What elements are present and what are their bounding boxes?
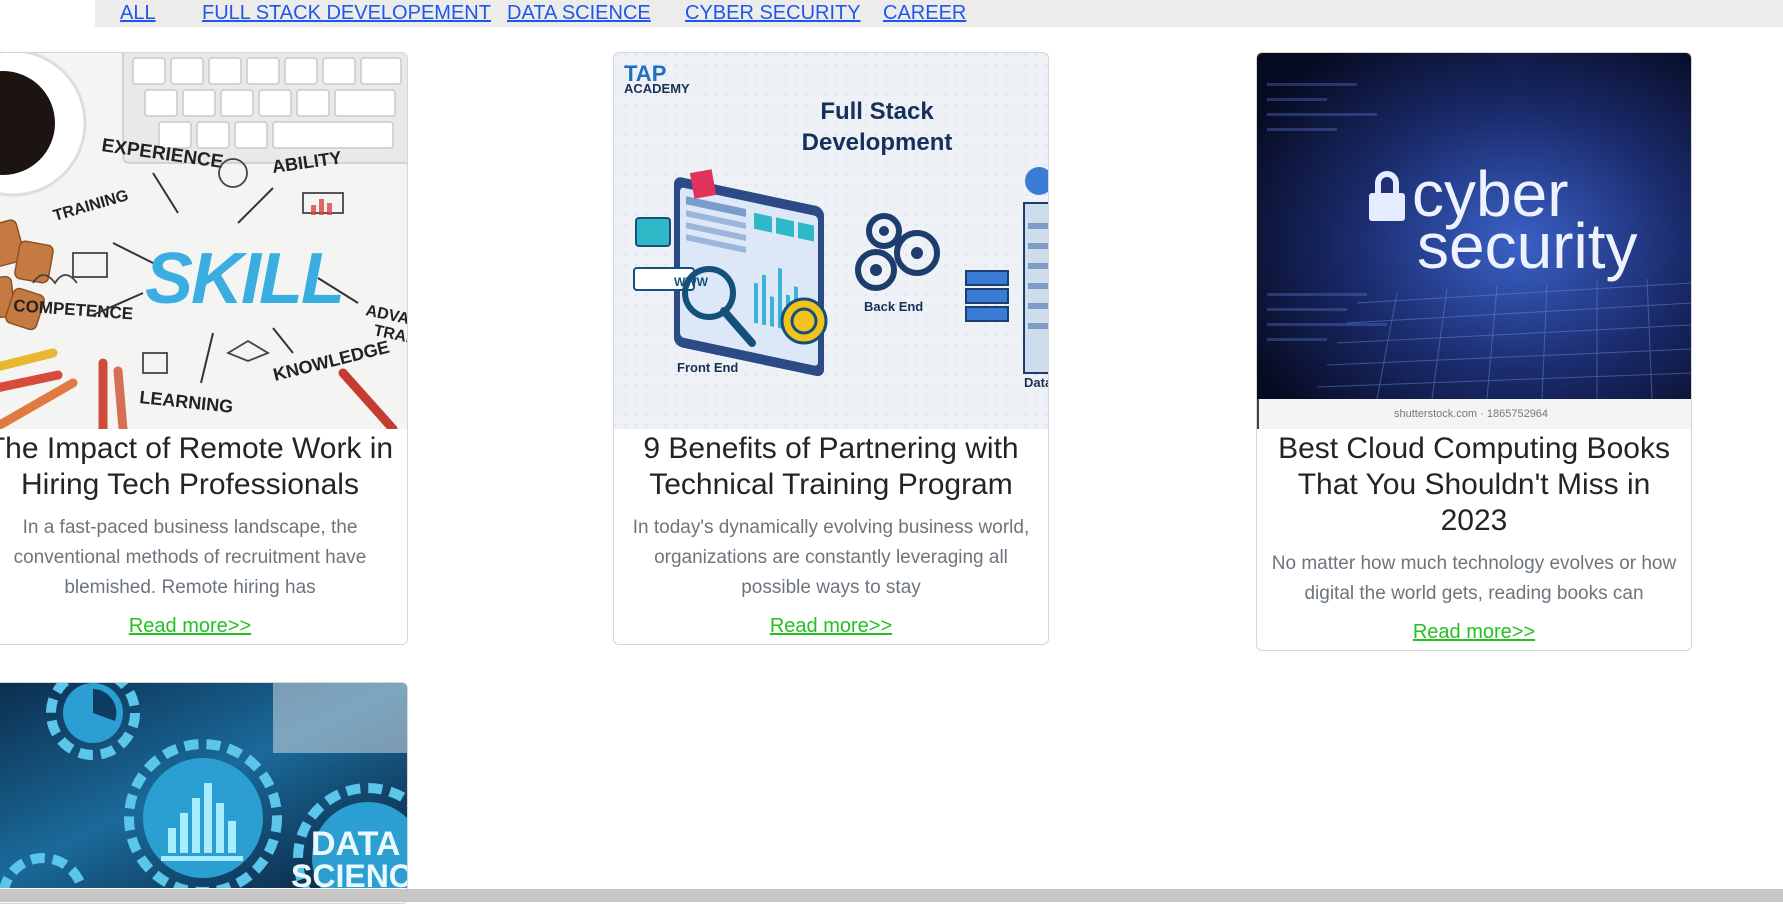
filter-career-link[interactable]: CAREER: [883, 2, 966, 24]
category-filter-bar: ALL FULL STACK DEVELOPEMENT DATA SCIENCE…: [95, 0, 1783, 27]
card-image-full-stack[interactable]: TAP ACADEMY Full Stack Development WWW F…: [614, 53, 1048, 429]
card-excerpt: No matter how much technology evolves or…: [1271, 553, 1677, 604]
label-back-end: Back End: [864, 299, 923, 314]
filter-data-science-link[interactable]: DATA SCIENCE: [507, 2, 651, 24]
card-title-line-3: 2023: [1440, 504, 1508, 537]
image-text-science: SCIENCE: [291, 858, 407, 888]
image-text-security: security: [1417, 210, 1638, 282]
read-more-link[interactable]: Read more>>: [770, 615, 892, 638]
image-heading-line-1: Full Stack: [820, 98, 934, 125]
card-title-line-2: Technical Training Program: [649, 468, 1013, 501]
card-title: The Impact of Remote Work in Hiring Tech…: [0, 431, 401, 503]
card-title: Best Cloud Computing Books That You Shou…: [1263, 431, 1685, 539]
horizontal-scrollbar[interactable]: [0, 889, 1783, 902]
brand-academy-text: ACADEMY: [624, 81, 690, 96]
blog-card-cloud-books: cyber security shutterstock.com · 186575…: [1256, 52, 1692, 651]
image-watermark: shutterstock.com · 1865752964: [1394, 408, 1548, 420]
card-excerpt: In a fast-paced business landscape, the …: [13, 517, 367, 598]
blog-card-remote-work: EXPERIENCE ABILITY TRAINING SKILL COMPET…: [0, 52, 408, 645]
filter-cyber-security-link[interactable]: CYBER SECURITY: [685, 2, 861, 24]
card-title-line-1: Best Cloud Computing Books: [1278, 432, 1670, 465]
filter-all-link[interactable]: ALL: [120, 2, 156, 24]
label-front-end: Front End: [677, 360, 738, 375]
card-image-data-science[interactable]: DATA SCIENCE: [0, 683, 407, 888]
blog-card-data-science: DATA SCIENCE: [0, 682, 408, 904]
card-image-skill[interactable]: EXPERIENCE ABILITY TRAINING SKILL COMPET…: [0, 53, 407, 429]
card-title-line-2: That You Shouldn't Miss in: [1297, 468, 1651, 501]
card-title-line-1: The Impact of Remote Work in: [0, 432, 394, 465]
label-data: Data: [1024, 375, 1048, 390]
card-title: 9 Benefits of Partnering with Technical …: [620, 431, 1042, 503]
read-more-link[interactable]: Read more>>: [1413, 621, 1535, 644]
card-title-line-1: 9 Benefits of Partnering with: [643, 432, 1019, 465]
blog-card-technical-training: TAP ACADEMY Full Stack Development WWW F…: [613, 52, 1049, 645]
filter-full-stack-link[interactable]: FULL STACK DEVELOPEMENT: [202, 2, 491, 24]
image-heading-line-2: Development: [802, 129, 953, 156]
word-skill: SKILL: [145, 239, 343, 319]
card-title-line-2: Hiring Tech Professionals: [21, 468, 359, 501]
card-excerpt: In today's dynamically evolving business…: [632, 517, 1030, 598]
read-more-link[interactable]: Read more>>: [129, 615, 251, 638]
card-image-cyber-security[interactable]: cyber security shutterstock.com · 186575…: [1257, 53, 1691, 429]
